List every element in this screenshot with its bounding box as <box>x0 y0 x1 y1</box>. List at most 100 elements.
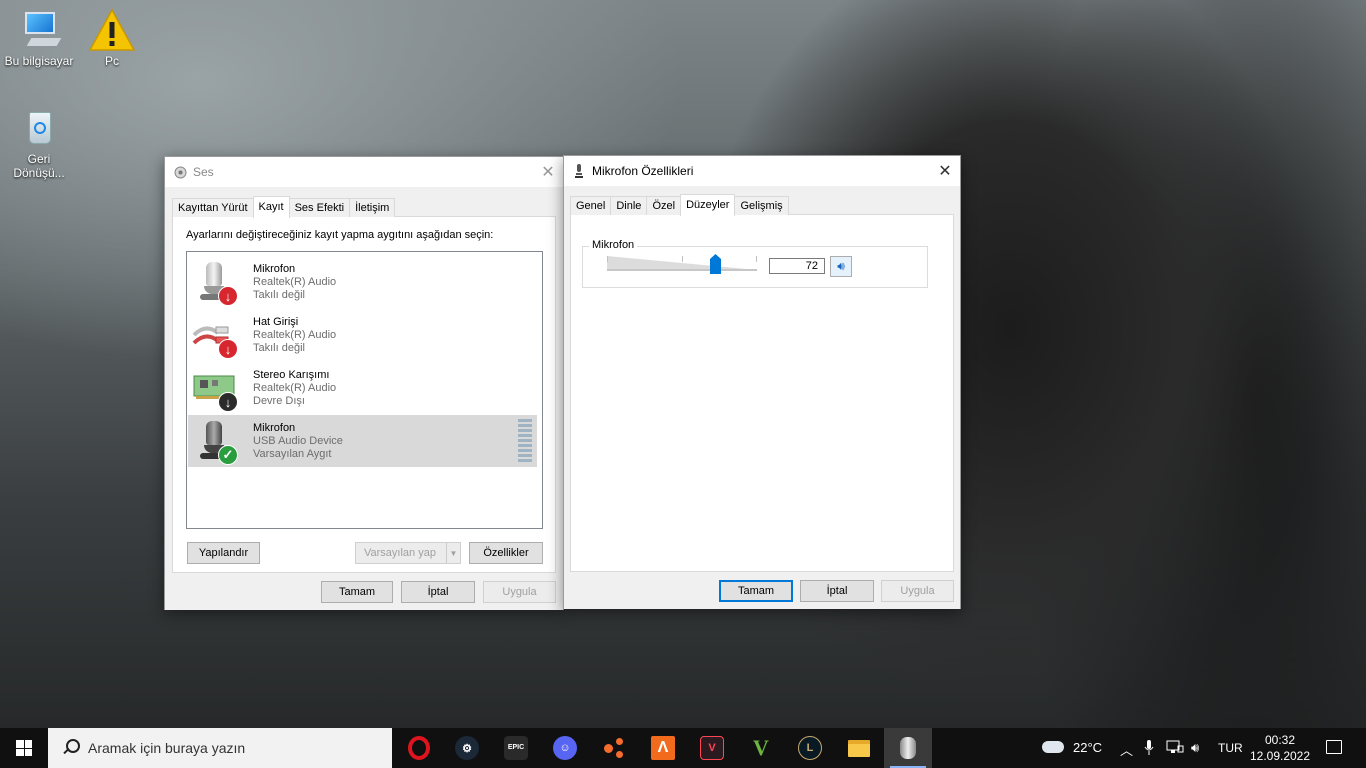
apply-button[interactable]: Uygula <box>483 581 556 603</box>
mic-properties-titlebar[interactable]: Mikrofon Özellikleri ✕ <box>564 156 960 186</box>
sound-window: Ses ✕ Kayıttan Yürüt Kayıt Ses Efekti İl… <box>164 156 564 610</box>
set-default-button[interactable]: Varsayılan yap ▼ <box>355 542 461 564</box>
taskbar-app-sound[interactable] <box>884 728 932 768</box>
taskbar-app-gta[interactable]: V <box>737 728 785 768</box>
volume-value-field[interactable]: 72 <box>769 258 825 274</box>
apply-button[interactable]: Uygula <box>881 580 954 602</box>
close-icon[interactable]: ✕ <box>930 156 960 186</box>
recording-panel: Ayarlarını değiştireceğiniz kayıt yapma … <box>172 216 556 573</box>
desktop-icon-recycle-bin[interactable]: Geri Dönüşü... <box>2 106 76 180</box>
microphone-icon: ✓ <box>192 419 240 465</box>
desktop-icon-pc-shortcut[interactable]: Pc <box>75 8 149 68</box>
input-language[interactable]: TUR <box>1218 741 1243 755</box>
microphone-icon: ↓ <box>192 260 240 306</box>
tab-custom[interactable]: Özel <box>646 196 682 215</box>
close-icon[interactable]: ✕ <box>533 157 563 187</box>
default-check-icon: ✓ <box>218 445 238 465</box>
taskbar-app-file-explorer[interactable] <box>835 728 883 768</box>
window-title: Mikrofon Özellikleri <box>592 164 694 178</box>
mic-properties-window: Mikrofon Özellikleri ✕ Genel Dinle Özel … <box>563 155 961 609</box>
mute-toggle-button[interactable]: 🔊︎ <box>830 256 852 277</box>
desktop-icon-label: Pc <box>104 54 119 68</box>
speaker-icon <box>173 165 187 179</box>
clock-time: 00:32 <box>1264 733 1296 747</box>
microphone-tray-icon[interactable] <box>1144 740 1154 759</box>
taskbar-app-arc[interactable]: Λ <box>639 728 687 768</box>
device-name: Mikrofon <box>253 263 296 275</box>
weather-temperature[interactable]: 22°C <box>1073 740 1102 755</box>
chevron-down-icon[interactable]: ▼ <box>446 543 460 563</box>
start-button[interactable] <box>0 728 48 768</box>
ok-button[interactable]: Tamam <box>719 580 793 602</box>
device-status: Takılı değil <box>253 289 305 301</box>
device-status: Devre Dışı <box>253 395 305 407</box>
tab-communications[interactable]: İletişim <box>349 198 396 217</box>
device-driver: USB Audio Device <box>253 435 343 447</box>
device-item-mikrofon-realtek[interactable]: ↓ Mikrofon Realtek(R) Audio Takılı değil <box>188 256 537 308</box>
clock[interactable]: 00:32 12.09.2022 <box>1248 732 1312 764</box>
network-icon[interactable] <box>1166 740 1184 759</box>
warning-icon <box>88 8 136 52</box>
device-item-stereo-mix[interactable]: ↓ Stereo Karışımı Realtek(R) Audio Devre… <box>188 362 537 414</box>
input-level-meter <box>518 419 532 463</box>
recycle-bin-icon <box>15 106 63 150</box>
cancel-button[interactable]: İptal <box>401 581 475 603</box>
gta-v-icon: V <box>753 735 769 760</box>
tab-levels[interactable]: Düzeyler <box>680 194 736 216</box>
tab-sound-effects[interactable]: Ses Efekti <box>288 198 351 217</box>
sound-window-titlebar[interactable]: Ses ✕ <box>165 157 563 187</box>
device-item-line-in[interactable]: ↓ Hat Girişi Realtek(R) Audio Takılı değ… <box>188 309 537 361</box>
tab-playback[interactable]: Kayıttan Yürüt <box>172 198 254 217</box>
taskbar-app-epic-games[interactable]: EPIC <box>492 728 540 768</box>
taskbar-app-steam[interactable]: ⚙ <box>443 728 491 768</box>
tab-listen[interactable]: Dinle <box>610 196 648 215</box>
search-placeholder: Aramak için buraya yazın <box>88 740 246 756</box>
group-label: Mikrofon <box>589 239 638 251</box>
taskbar-app-opera[interactable] <box>395 728 443 768</box>
desktop-icon-label: Geri Dönüşü... <box>13 152 65 180</box>
notification-icon[interactable] <box>1326 740 1342 754</box>
speaker-device-icon <box>900 737 916 759</box>
line-in-cable-icon: ↓ <box>192 313 240 359</box>
microphone-level-group: Mikrofon 72 🔊︎ <box>582 239 928 288</box>
desktop-icon-label: Bu bilgisayar <box>4 54 74 68</box>
clock-date: 12.09.2022 <box>1249 749 1311 763</box>
tab-recording[interactable]: Kayıt <box>252 196 290 218</box>
tab-advanced[interactable]: Gelişmiş <box>734 196 789 215</box>
device-driver: Realtek(R) Audio <box>253 382 337 394</box>
volume-slider[interactable] <box>607 254 757 274</box>
chevron-up-icon[interactable]: ︿ <box>1120 740 1133 759</box>
desktop-icon-this-pc[interactable]: Bu bilgisayar <box>2 8 76 68</box>
taskbar-search[interactable]: Aramak için buraya yazın <box>48 728 392 768</box>
taskbar-app-origin[interactable] <box>590 728 638 768</box>
taskbar-app-league-of-legends[interactable]: L <box>786 728 834 768</box>
valorant-icon: V <box>700 736 724 760</box>
taskbar-app-discord[interactable]: ☺ <box>541 728 589 768</box>
folder-icon <box>848 739 870 757</box>
taskbar-app-valorant[interactable]: V <box>688 728 736 768</box>
windows-logo-icon <box>16 740 32 756</box>
volume-icon[interactable]: 🔊︎ <box>1191 740 1199 756</box>
computer-icon <box>15 8 63 52</box>
properties-button[interactable]: Özellikler <box>469 542 543 564</box>
league-of-legends-icon: L <box>798 736 822 760</box>
weather-icon[interactable] <box>1042 741 1064 753</box>
tab-general[interactable]: Genel <box>570 196 612 215</box>
device-item-mikrofon-usb[interactable]: ✓ Mikrofon USB Audio Device Varsayılan A… <box>188 415 537 467</box>
configure-button[interactable]: Yapılandır <box>187 542 260 564</box>
device-status: Takılı değil <box>253 342 305 354</box>
steam-icon: ⚙ <box>455 736 479 760</box>
instruction-text: Ayarlarını değiştireceğiniz kayıt yapma … <box>186 229 494 241</box>
epic-games-icon: EPIC <box>504 736 528 760</box>
device-list: ↓ Mikrofon Realtek(R) Audio Takılı değil… <box>186 251 543 529</box>
arc-icon: Λ <box>651 736 675 760</box>
device-name: Stereo Karışımı <box>253 369 330 381</box>
device-driver: Realtek(R) Audio <box>253 329 337 341</box>
device-driver: Realtek(R) Audio <box>253 276 337 288</box>
discord-icon: ☺ <box>553 736 577 760</box>
cancel-button[interactable]: İptal <box>800 580 874 602</box>
ok-button[interactable]: Tamam <box>321 581 393 603</box>
levels-panel: Mikrofon 72 🔊︎ <box>570 214 954 572</box>
window-title: Ses <box>193 165 214 179</box>
unplugged-arrow-icon: ↓ <box>218 339 238 359</box>
